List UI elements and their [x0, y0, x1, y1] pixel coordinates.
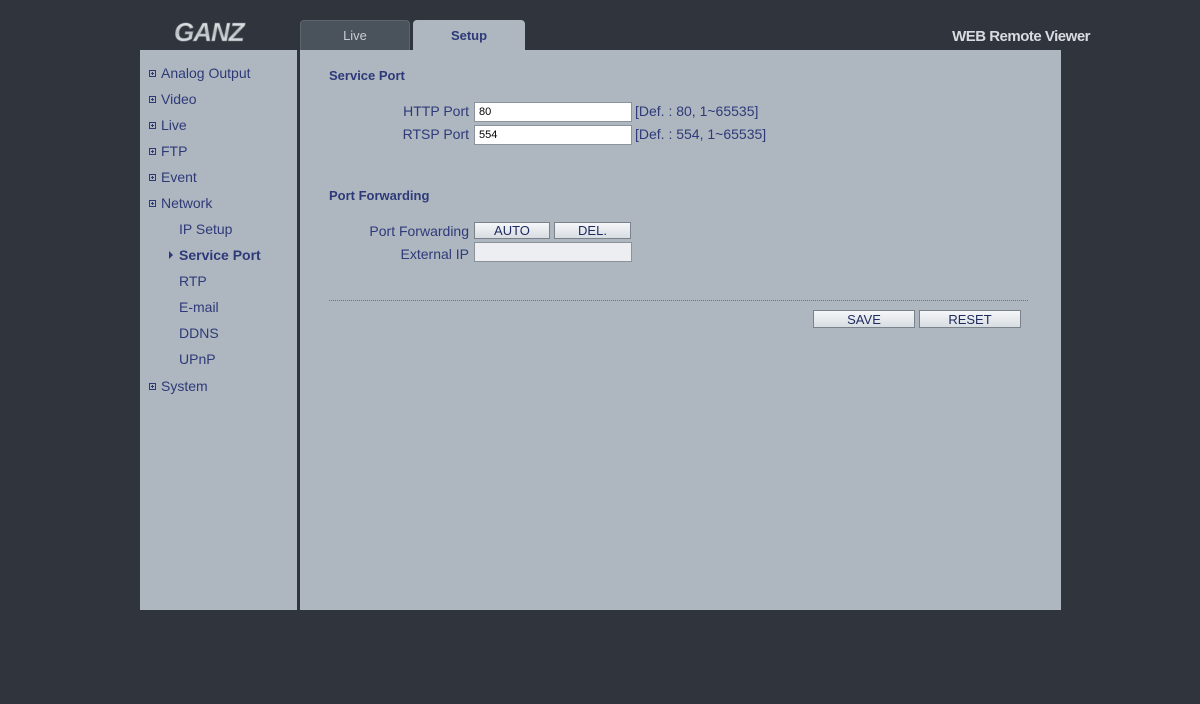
sidebar-item-label: Video — [161, 91, 197, 107]
sidebar-item-email[interactable]: E-mail — [140, 297, 219, 317]
external-ip-field — [474, 242, 632, 262]
sidebar-item-label: System — [161, 378, 208, 394]
sidebar-item-upnp[interactable]: UPnP — [140, 349, 216, 369]
app-title: WEB Remote Viewer — [952, 28, 1090, 45]
port-forwarding-title: Port Forwarding — [329, 188, 430, 203]
app-frame: GANZ Live Setup WEB Remote Viewer Analog… — [0, 0, 1200, 704]
sidebar-item-ftp[interactable]: FTP — [140, 141, 187, 161]
sidebar-item-service-port[interactable]: Service Port — [140, 245, 261, 265]
expand-plus-icon — [149, 173, 156, 181]
sidebar: Analog Output Video Live FTP Event Netwo… — [140, 50, 297, 610]
main-panel: Service Port HTTP Port [Def. : 80, 1~655… — [300, 50, 1061, 610]
sidebar-item-label: Network — [161, 195, 213, 211]
sidebar-item-label: Event — [161, 169, 197, 185]
section-divider — [329, 300, 1028, 301]
sidebar-item-video[interactable]: Video — [140, 89, 197, 109]
sidebar-item-network[interactable]: Network — [140, 193, 212, 213]
external-ip-label: External IP — [400, 246, 469, 262]
save-button[interactable]: SAVE — [813, 310, 915, 328]
sidebar-item-label: RTP — [179, 273, 207, 289]
sidebar-item-rtp[interactable]: RTP — [140, 271, 207, 291]
service-port-title: Service Port — [329, 68, 405, 83]
tab-setup[interactable]: Setup — [413, 20, 525, 51]
active-arrow-icon — [169, 251, 173, 259]
sidebar-item-label: FTP — [161, 143, 188, 159]
delete-button[interactable]: DEL. — [554, 222, 631, 239]
sidebar-item-label: UPnP — [179, 351, 216, 367]
sidebar-item-label: Analog Output — [161, 65, 251, 81]
sidebar-item-label: Service Port — [179, 247, 261, 263]
expand-plus-icon — [149, 147, 156, 155]
rtsp-port-label: RTSP Port — [402, 126, 469, 142]
sidebar-item-ddns[interactable]: DDNS — [140, 323, 219, 343]
expand-plus-icon — [149, 121, 156, 129]
sidebar-item-label: IP Setup — [179, 221, 233, 237]
logo-text: GANZ — [174, 18, 246, 46]
sidebar-item-analog-output[interactable]: Analog Output — [140, 63, 251, 83]
port-forwarding-label: Port Forwarding — [369, 223, 469, 239]
sidebar-item-live[interactable]: Live — [140, 115, 187, 135]
expand-plus-icon — [149, 95, 156, 103]
reset-button[interactable]: RESET — [919, 310, 1021, 328]
rtsp-port-hint: [Def. : 554, 1~65535] — [635, 126, 767, 142]
expand-plus-icon — [149, 382, 156, 390]
rtsp-port-input[interactable] — [474, 125, 632, 145]
tab-live-label: Live — [343, 28, 367, 43]
auto-button[interactable]: AUTO — [474, 222, 550, 239]
http-port-hint: [Def. : 80, 1~65535] — [635, 103, 759, 119]
ganz-logo: GANZ — [172, 18, 266, 46]
tab-setup-label: Setup — [450, 28, 488, 43]
http-port-input[interactable] — [474, 102, 632, 122]
sidebar-item-label: E-mail — [179, 299, 219, 315]
sidebar-item-ip-setup[interactable]: IP Setup — [140, 219, 232, 239]
sidebar-item-system[interactable]: System — [140, 376, 208, 396]
sidebar-item-label: Live — [161, 117, 187, 133]
expand-plus-icon — [149, 69, 156, 77]
expand-plus-icon — [149, 199, 156, 207]
tab-live[interactable]: Live — [300, 20, 410, 50]
sidebar-item-event[interactable]: Event — [140, 167, 197, 187]
http-port-label: HTTP Port — [403, 103, 469, 119]
sidebar-item-label: DDNS — [179, 325, 219, 341]
